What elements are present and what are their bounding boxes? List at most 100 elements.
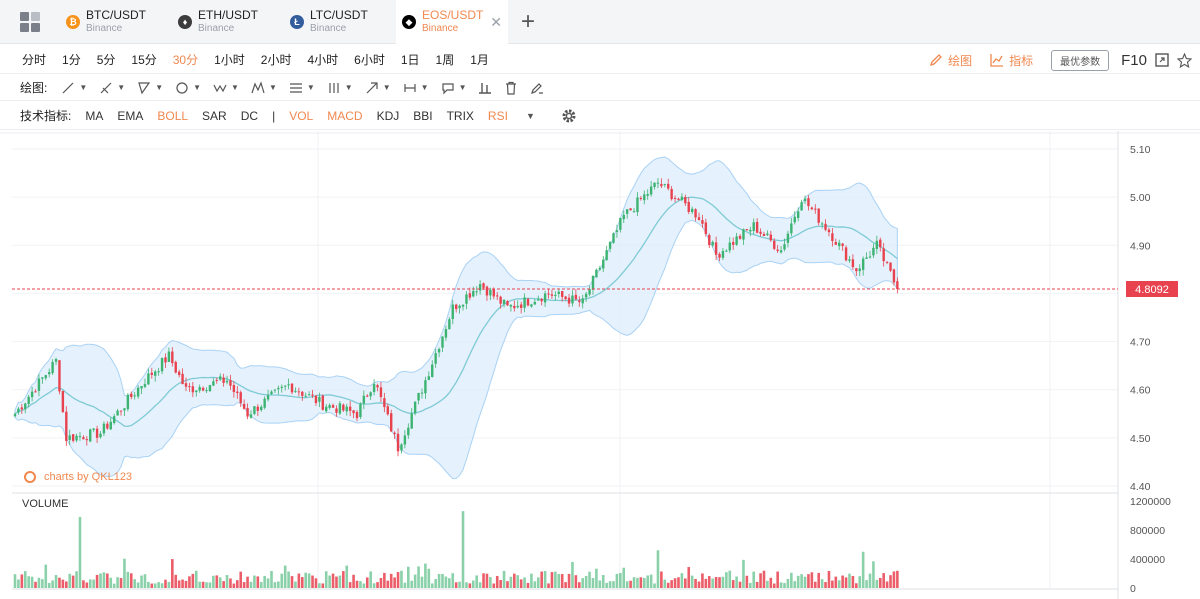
volume-bar bbox=[99, 573, 102, 588]
indicator-dc[interactable]: DC bbox=[241, 109, 258, 123]
price-tick-label: 5.10 bbox=[1130, 144, 1151, 156]
period-4[interactable]: 30分 bbox=[165, 51, 206, 68]
grid-menu-icon[interactable] bbox=[0, 0, 60, 44]
gear-icon[interactable] bbox=[561, 108, 577, 124]
shape-tool[interactable]: ▼ bbox=[175, 81, 201, 95]
candle-body bbox=[523, 297, 526, 308]
indicator-rsi[interactable]: RSI bbox=[488, 109, 508, 123]
candle-body bbox=[58, 360, 61, 392]
period-5[interactable]: 1小时 bbox=[206, 51, 253, 68]
add-tab-icon[interactable]: + bbox=[508, 0, 548, 44]
candle-body bbox=[318, 396, 321, 402]
period-9[interactable]: 1日 bbox=[393, 51, 428, 68]
fullscreen-icon[interactable] bbox=[1155, 53, 1169, 67]
period-3[interactable]: 15分 bbox=[123, 51, 164, 68]
volume-bar bbox=[759, 573, 762, 588]
candle-body bbox=[800, 202, 803, 211]
volume-bar bbox=[619, 572, 622, 588]
indicator-boll[interactable]: BOLL bbox=[157, 109, 188, 123]
indicator-kdj[interactable]: KDJ bbox=[377, 109, 400, 123]
candle-body bbox=[557, 291, 560, 295]
volume-bar bbox=[636, 577, 639, 588]
candle-body bbox=[472, 290, 475, 297]
tab-ltc-usdt[interactable]: Ł LTC/USDT Binance bbox=[284, 0, 396, 44]
price-tick-label: 5.00 bbox=[1130, 192, 1151, 204]
delete-drawings-tool[interactable] bbox=[504, 81, 518, 95]
indicator-button[interactable]: 指标 bbox=[990, 52, 1033, 69]
indicator-bbi[interactable]: BBI bbox=[413, 109, 432, 123]
candle-body bbox=[164, 357, 167, 363]
indicator-sar[interactable]: SAR bbox=[202, 109, 227, 123]
candle-body bbox=[157, 371, 160, 373]
indicator-vol[interactable]: VOL bbox=[289, 109, 313, 123]
volume-bar bbox=[714, 576, 718, 588]
wave-tool[interactable]: ▼ bbox=[213, 81, 239, 95]
close-tab-icon[interactable]: ✕ bbox=[490, 14, 502, 31]
period-1[interactable]: 1分 bbox=[54, 51, 89, 68]
lock-drawings-tool[interactable] bbox=[530, 81, 544, 95]
period-6[interactable]: 2小时 bbox=[253, 51, 300, 68]
period-7[interactable]: 4小时 bbox=[299, 51, 346, 68]
fibonacci-tool[interactable]: ▼ bbox=[289, 81, 315, 95]
candle-body bbox=[485, 286, 489, 296]
period-0[interactable]: 分时 bbox=[14, 51, 54, 68]
f10-button[interactable]: F10 bbox=[1121, 52, 1147, 69]
pattern-tool[interactable]: ▼ bbox=[251, 80, 277, 95]
candle-body bbox=[475, 291, 478, 293]
volume-bar bbox=[550, 572, 554, 588]
period-2[interactable]: 5分 bbox=[89, 51, 124, 68]
candle-body bbox=[219, 376, 222, 380]
volume-bar bbox=[721, 576, 725, 588]
volume-bar bbox=[574, 575, 578, 588]
tab-eos-usdt[interactable]: ◆ EOS/USDT Binance ✕ bbox=[396, 0, 508, 44]
period-10[interactable]: 1周 bbox=[428, 51, 463, 68]
measure-tool[interactable]: ▼ bbox=[403, 81, 429, 95]
line-tool[interactable]: ▼ bbox=[61, 81, 87, 95]
candlestick-chart[interactable]: 4.8092 5.10 5.00 4.90 4.70 4.60 4.50 4.40 120000… bbox=[0, 131, 1200, 599]
candle-body bbox=[571, 295, 574, 304]
period-11[interactable]: 1月 bbox=[462, 51, 497, 68]
more-indicators-icon[interactable]: ▼ bbox=[526, 111, 535, 121]
ethereum-icon: ♦ bbox=[178, 15, 192, 29]
candle-body bbox=[615, 230, 619, 233]
candle-tool[interactable] bbox=[478, 81, 492, 95]
period-8[interactable]: 6小时 bbox=[346, 51, 393, 68]
volume-bar bbox=[215, 575, 219, 588]
indicator-trix[interactable]: TRIX bbox=[447, 109, 474, 123]
candle-body bbox=[704, 222, 708, 234]
star-icon[interactable] bbox=[1177, 52, 1192, 68]
tab-eth-usdt[interactable]: ♦ ETH/USDT Binance bbox=[172, 0, 284, 44]
volume-bar bbox=[273, 582, 277, 588]
tab-btc-usdt[interactable]: ₿ BTC/USDT Binance bbox=[60, 0, 172, 44]
candle-body bbox=[513, 305, 516, 309]
volume-bar bbox=[208, 582, 212, 588]
optimal-params-button[interactable]: 最优参数 bbox=[1051, 49, 1110, 71]
candle-body bbox=[868, 256, 872, 258]
volume-bar bbox=[711, 578, 714, 588]
volume-bar bbox=[601, 575, 605, 588]
candle-body bbox=[89, 429, 92, 442]
volume-bar bbox=[277, 581, 280, 588]
volume-bar bbox=[191, 573, 195, 588]
arrow-tool[interactable]: ▼ bbox=[365, 81, 391, 95]
indicator-macd[interactable]: MACD bbox=[327, 109, 362, 123]
volume-bar bbox=[129, 573, 133, 588]
volume-bar bbox=[82, 580, 85, 588]
gann-tool[interactable]: ▼ bbox=[327, 81, 353, 95]
candle-body bbox=[133, 395, 136, 397]
volume-bar bbox=[37, 577, 41, 588]
volume-bar bbox=[523, 577, 526, 588]
candle-body bbox=[649, 186, 653, 195]
indicator-ma[interactable]: MA bbox=[85, 109, 103, 123]
volume-bar bbox=[379, 578, 383, 588]
candle-body bbox=[478, 284, 482, 291]
channel-tool[interactable]: ▼ bbox=[137, 81, 163, 95]
comment-tool[interactable]: ▼ bbox=[441, 81, 466, 95]
indicator-ema[interactable]: EMA bbox=[117, 109, 143, 123]
volume-bar bbox=[437, 574, 441, 588]
volume-bar bbox=[533, 581, 537, 588]
pen-lock-icon bbox=[531, 82, 544, 94]
volume-bar bbox=[157, 582, 160, 588]
ray-tool[interactable]: ▼ bbox=[99, 81, 125, 95]
draw-tool-button[interactable]: 绘图 bbox=[929, 52, 972, 69]
